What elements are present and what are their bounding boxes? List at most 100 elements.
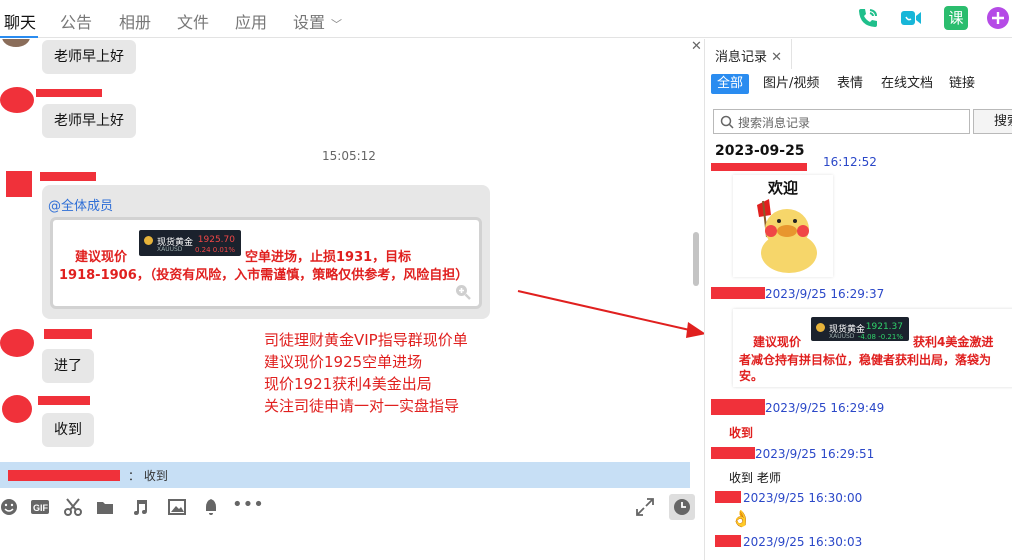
folder-icon[interactable] bbox=[96, 498, 114, 516]
search-button[interactable]: 搜索 bbox=[973, 109, 1012, 134]
welcome-sticker[interactable]: 欢迎 bbox=[733, 175, 833, 277]
result-line-3: 安。 bbox=[739, 369, 764, 383]
annotation-line: 司徒理财黄金VIP指导群现价单 bbox=[264, 331, 468, 349]
message-timestamp: 15:05:12 bbox=[322, 149, 376, 163]
result-line-1: 获利4美金激进 bbox=[913, 335, 994, 349]
ticker-change: 0.24 0.01% bbox=[194, 246, 235, 254]
avatar[interactable] bbox=[0, 329, 34, 357]
add-icon[interactable] bbox=[986, 6, 1010, 30]
history-date-header: 2023-09-25 bbox=[715, 143, 805, 159]
history-clock-button[interactable] bbox=[669, 494, 695, 520]
gif-icon[interactable]: GIF bbox=[31, 498, 49, 516]
signal-prefix: 建议现价 bbox=[75, 250, 128, 265]
ticker-symbol: XAUUSD bbox=[829, 333, 855, 340]
zoom-in-icon[interactable] bbox=[455, 284, 471, 300]
signal-message-card[interactable]: @全体成员 建议现价 现货黄金 1925.70 XAUUSD 0.24 0.01… bbox=[42, 185, 490, 319]
filter-links[interactable]: 链接 bbox=[943, 74, 981, 94]
message-bubble: 老师早上好 bbox=[42, 104, 136, 138]
signal-line-1: 空单进场，止损1931，目标 bbox=[245, 250, 412, 265]
annotation-line: 关注司徒申请一对一实盘指导 bbox=[264, 397, 460, 415]
avatar[interactable] bbox=[2, 39, 30, 47]
trade-result-image[interactable]: 建议现价 现货黄金 1921.37 XAUUSD -4.08 -0.21% 获利… bbox=[733, 309, 1012, 387]
history-timestamp: 16:12:52 bbox=[823, 155, 877, 169]
redacted-username bbox=[36, 89, 102, 97]
close-icon[interactable]: ✕ bbox=[691, 39, 702, 54]
history-tab-label: 消息记录 bbox=[715, 50, 768, 65]
filter-media[interactable]: 图片/视频 bbox=[757, 74, 825, 94]
gold-coin-icon bbox=[144, 236, 153, 245]
more-icon[interactable]: ••• bbox=[232, 496, 264, 516]
search-placeholder: 搜索消息记录 bbox=[738, 116, 811, 130]
emoji-icon[interactable] bbox=[0, 498, 18, 516]
ok-hand-emoji: 👌 bbox=[731, 509, 751, 528]
tab-album[interactable]: 相册 bbox=[119, 9, 151, 33]
annotation-line: 现价1921获利4美金出局 bbox=[264, 375, 432, 393]
filter-documents[interactable]: 在线文档 bbox=[875, 74, 939, 94]
history-message: 收到 老师 bbox=[729, 471, 781, 485]
expand-icon[interactable] bbox=[636, 498, 654, 516]
history-timestamp: 2023/9/25 16:30:00 bbox=[743, 491, 863, 505]
filter-all[interactable]: 全部 bbox=[711, 74, 750, 94]
clock-icon bbox=[674, 499, 690, 515]
history-search-input[interactable]: 搜索消息记录 bbox=[713, 109, 970, 134]
gold-price-ticker: 现货黄金 1921.37 XAUUSD -4.08 -0.21% bbox=[811, 317, 909, 341]
tab-files[interactable]: 文件 bbox=[177, 9, 209, 33]
filter-stickers[interactable]: 表情 bbox=[831, 74, 869, 94]
tab-chat[interactable]: 聊天 bbox=[4, 9, 36, 33]
avatar[interactable] bbox=[6, 171, 32, 197]
phone-call-icon[interactable] bbox=[856, 6, 880, 30]
scissors-icon[interactable] bbox=[64, 498, 82, 516]
tab-message-history[interactable]: 消息记录 ✕ bbox=[715, 46, 782, 65]
video-call-icon[interactable] bbox=[899, 6, 923, 30]
reply-preview-text: ： 收到 bbox=[128, 469, 168, 483]
ticker-price: 1921.37 bbox=[865, 322, 903, 332]
redacted-username bbox=[44, 329, 92, 339]
mention-all-members[interactable]: @全体成员 bbox=[48, 195, 113, 214]
redacted-username bbox=[711, 163, 807, 171]
result-line-2: 者减仓持有拼目标位，稳健者获利出局，落袋为 bbox=[739, 353, 992, 367]
history-timestamp: 2023/9/25 16:29:37 bbox=[765, 287, 885, 301]
bell-icon[interactable] bbox=[202, 498, 220, 516]
ticker-symbol: XAUUSD bbox=[157, 246, 183, 253]
redacted-username bbox=[711, 447, 755, 459]
sticker-text: 欢迎 bbox=[767, 179, 798, 197]
image-icon[interactable] bbox=[168, 498, 186, 516]
chat-scrollbar[interactable] bbox=[693, 232, 699, 286]
tab-apps[interactable]: 应用 bbox=[235, 9, 267, 33]
history-timestamp: 2023/9/25 16:30:03 bbox=[743, 535, 863, 549]
app-window: 聊天 公告 相册 文件 应用 设置 ﹀ 课 ✕ 老师早上好 老师早上好 15:05 bbox=[0, 0, 1012, 560]
tab-settings[interactable]: 设置 ﹀ bbox=[293, 9, 342, 33]
annotation-line: 建议现价1925空单进场 bbox=[264, 353, 423, 371]
search-icon bbox=[720, 115, 734, 129]
redacted-username bbox=[711, 399, 765, 415]
avatar[interactable] bbox=[0, 87, 34, 113]
gold-coin-icon bbox=[816, 323, 825, 332]
signal-line-2: 1918-1906，（投资有风险，入市需谨慎，策略仅供参考，风险自担） bbox=[59, 268, 469, 283]
chevron-down-icon: ﹀ bbox=[331, 18, 343, 31]
svg-text:GIF: GIF bbox=[33, 503, 49, 513]
ticker-change: -4.08 -0.21% bbox=[857, 333, 903, 341]
close-icon[interactable]: ✕ bbox=[771, 50, 782, 65]
history-timestamp: 2023/9/25 16:29:51 bbox=[755, 447, 875, 461]
tab-announcement[interactable]: 公告 bbox=[60, 9, 92, 33]
chick-sticker-icon bbox=[757, 199, 817, 273]
ticker-price: 1925.70 bbox=[197, 235, 235, 245]
message-bubble: 进了 bbox=[42, 349, 94, 383]
redacted-username bbox=[38, 396, 90, 405]
reply-preview-bar[interactable]: ： 收到 bbox=[0, 462, 690, 488]
history-message: 收到 bbox=[729, 426, 754, 440]
lesson-icon[interactable]: 课 bbox=[944, 6, 968, 30]
message-history-panel: 消息记录 ✕ 全部 图片/视频 表情 在线文档 链接 搜索消息记录 搜索 202… bbox=[704, 39, 1012, 560]
result-prefix: 建议现价 bbox=[753, 335, 802, 349]
input-toolbar: GIF ••• bbox=[0, 490, 703, 524]
tab-divider bbox=[791, 39, 792, 69]
redacted-username bbox=[715, 491, 741, 503]
history-timestamp: 2023/9/25 16:29:49 bbox=[765, 401, 885, 415]
trade-signal-image[interactable]: 建议现价 现货黄金 1925.70 XAUUSD 0.24 0.01% 空单进场… bbox=[50, 217, 482, 309]
gold-price-ticker: 现货黄金 1925.70 XAUUSD 0.24 0.01% bbox=[139, 230, 241, 256]
avatar[interactable] bbox=[2, 395, 32, 423]
promo-annotation: 司徒理财黄金VIP指导群现价单 建议现价1925空单进场 现价1921获利4美金… bbox=[264, 329, 468, 417]
music-icon[interactable] bbox=[131, 498, 149, 516]
message-bubble: 老师早上好 bbox=[42, 40, 136, 74]
chat-message-area[interactable]: ✕ 老师早上好 老师早上好 15:05:12 @全体成员 建议现价 现货黄金 1… bbox=[0, 39, 703, 460]
